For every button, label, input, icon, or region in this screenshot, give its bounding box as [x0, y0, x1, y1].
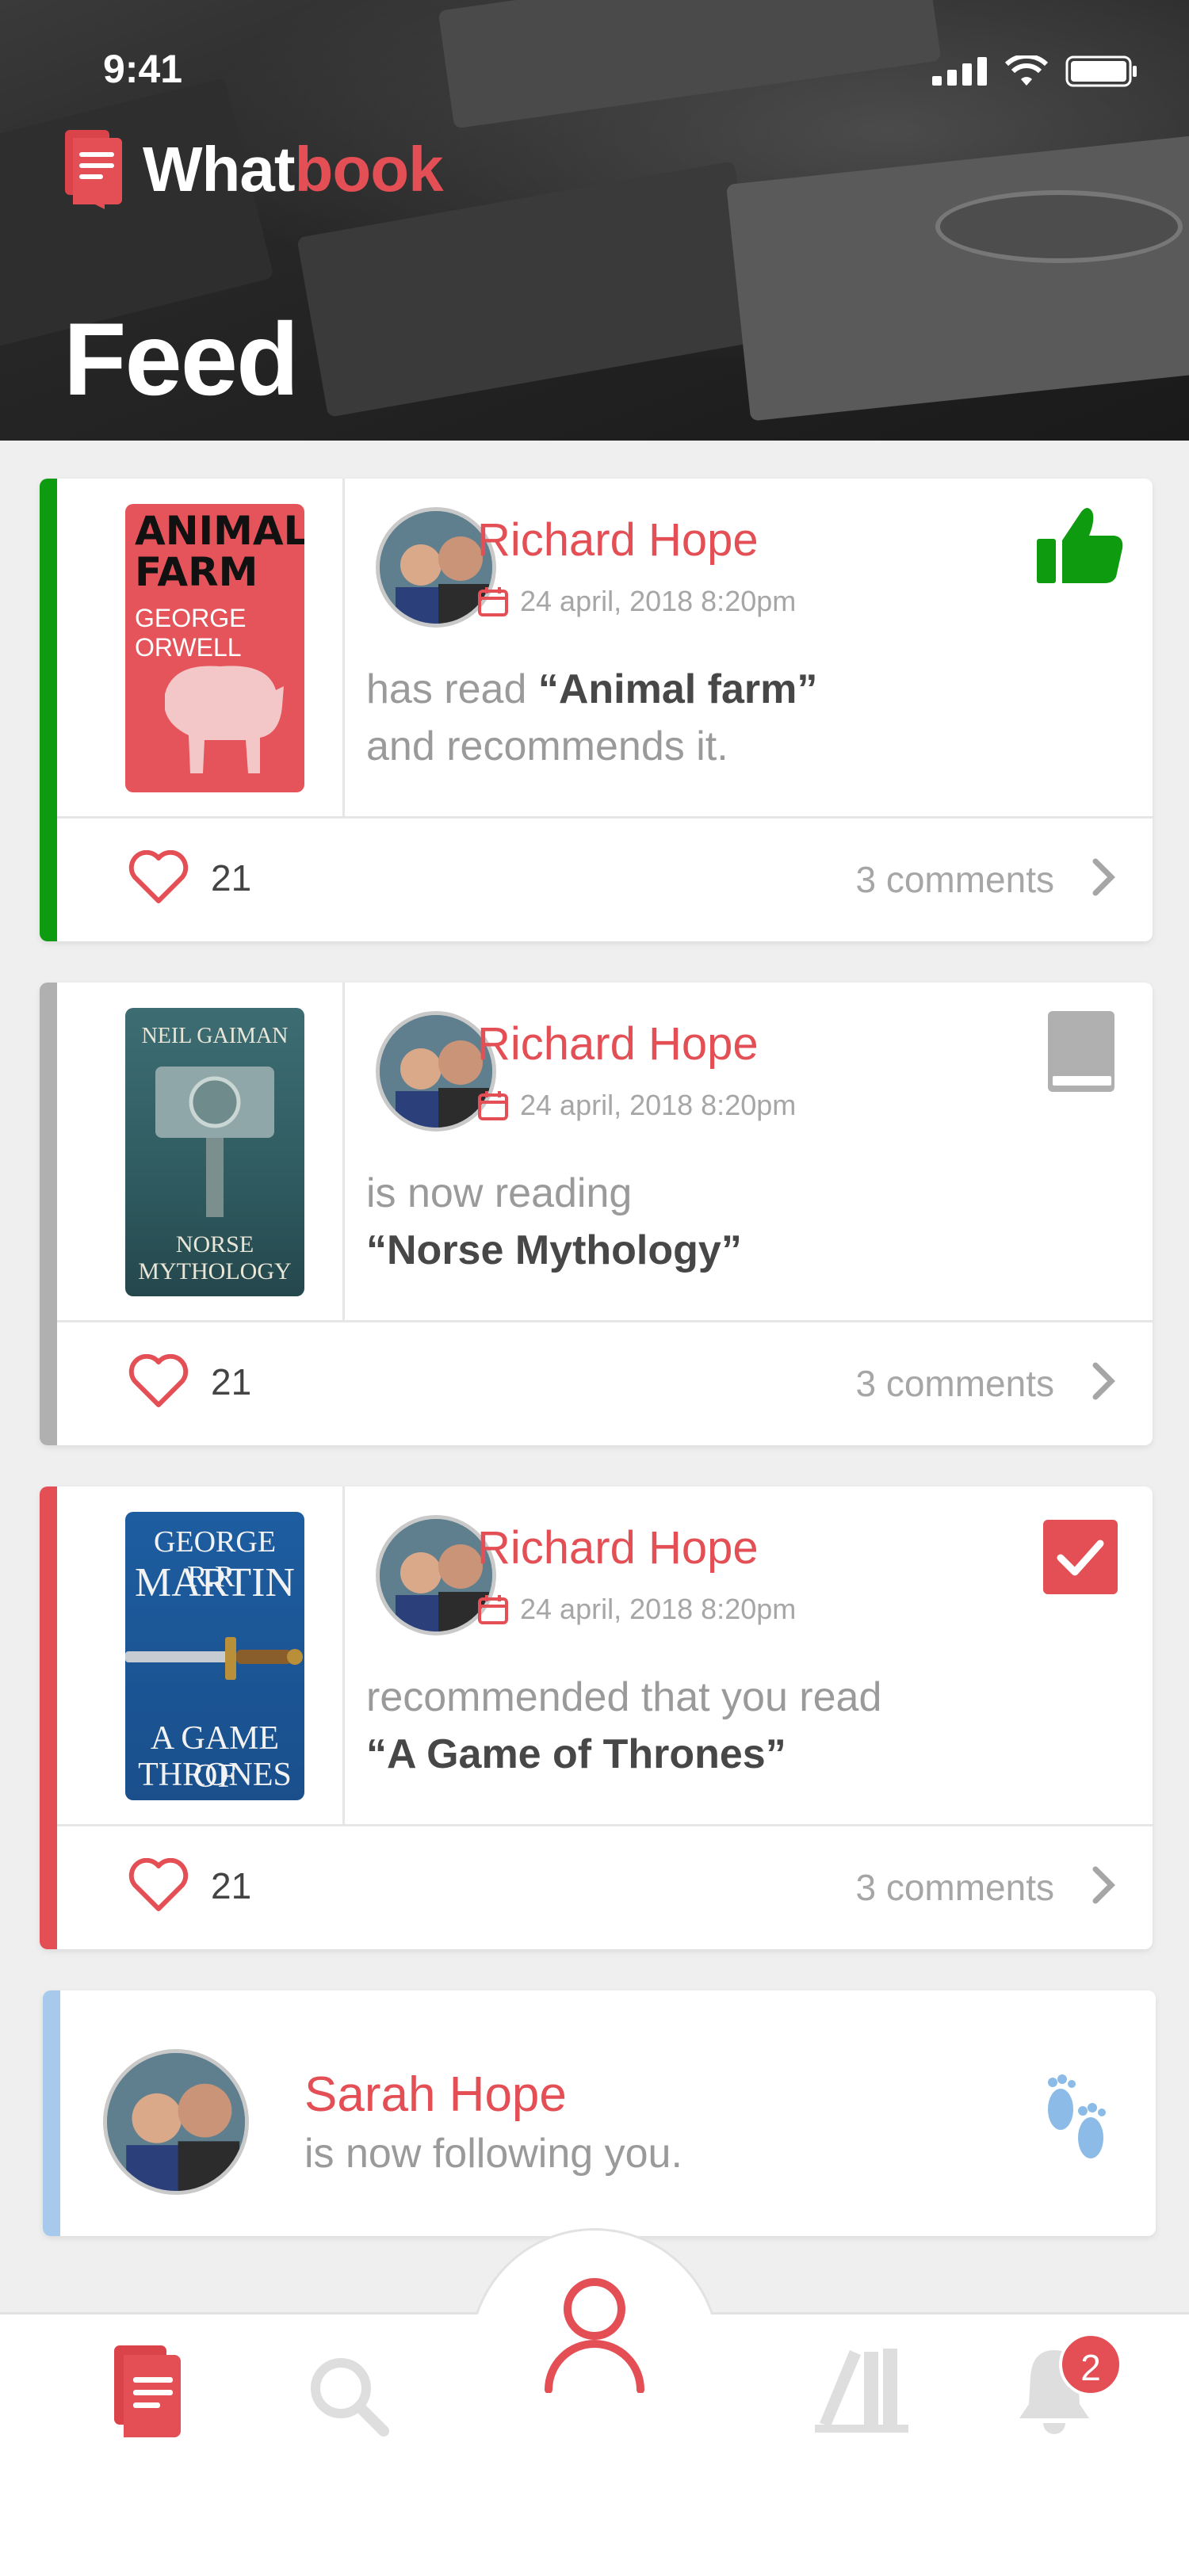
comments-link[interactable]: 3 comments: [855, 858, 1054, 901]
cover-column: ANIMAL FARM GEORGE ORWELL: [57, 479, 345, 816]
calendar-icon: [478, 1091, 508, 1120]
activity-text: recommended that you read “A Game of Thr…: [366, 1674, 882, 1777]
calendar-icon: [478, 1595, 508, 1624]
background-book: [726, 133, 1189, 422]
like-count: 21: [211, 1865, 252, 1906]
date-text: 24 april, 2018 8:20pm: [520, 585, 797, 617]
date-text: 24 april, 2018 8:20pm: [520, 1089, 797, 1121]
book-title[interactable]: “Animal farm”: [538, 666, 818, 712]
follow-text: is now following you.: [304, 2131, 682, 2177]
cover-title: MYTHOLOGY: [138, 1258, 292, 1284]
chevron-right-icon[interactable]: [1089, 1362, 1118, 1400]
like-count: 21: [211, 1361, 252, 1402]
book-cover[interactable]: ANIMAL FARM GEORGE ORWELL: [125, 504, 304, 792]
book-cover[interactable]: NEIL GAIMAN NORSE MYTHOLOGY: [125, 1008, 304, 1296]
post-date: 24 april, 2018 8:20pm: [477, 1089, 796, 1122]
avatar-photo: [107, 2053, 245, 2191]
status-icons: [932, 55, 1138, 87]
notification-badge: 2: [1059, 2333, 1122, 2396]
footprints-icon: [1048, 2074, 1106, 2158]
background-book: [438, 0, 942, 129]
feed-card[interactable]: ANIMAL FARM GEORGE ORWELL Richard Hope 2…: [40, 479, 1153, 941]
app-logo: Whatbook: [63, 130, 444, 209]
activity-text: is now reading “Norse Mythology”: [366, 1170, 742, 1273]
comments-link[interactable]: 3 comments: [855, 1866, 1054, 1909]
sword-illustration: [125, 1637, 303, 1680]
cover-title: ANIMAL: [135, 508, 304, 554]
username[interactable]: Richard Hope: [477, 1017, 759, 1070]
background-tape: [935, 190, 1183, 263]
book-cover[interactable]: GEORGE R.R. MARTIN A GAME OF THRONES: [125, 1512, 304, 1800]
header: 9:41 Whatbook Feed: [0, 0, 1189, 441]
like-count: 21: [211, 857, 252, 899]
card-footer: 21 3 comments: [57, 1824, 1153, 1949]
search-tab-icon[interactable]: [308, 2355, 390, 2437]
library-tab-icon[interactable]: [815, 2347, 908, 2433]
comments-link[interactable]: 3 comments: [855, 1362, 1054, 1405]
username[interactable]: Richard Hope: [477, 513, 759, 567]
book-icon: [1048, 1011, 1114, 1092]
card-accent: [40, 983, 57, 1445]
cover-title: NORSE: [175, 1231, 254, 1257]
card-footer: 21 3 comments: [57, 1320, 1153, 1445]
cover-column: GEORGE R.R. MARTIN A GAME OF THRONES: [57, 1486, 345, 1824]
username[interactable]: Sarah Hope: [304, 2067, 567, 2123]
follow-card[interactable]: Sarah Hope is now following you.: [43, 1990, 1156, 2236]
hammer-illustration: [155, 1067, 274, 1217]
card-accent: [43, 1990, 60, 2236]
feed-card[interactable]: NEIL GAIMAN NORSE MYTHOLOGY Richard Hope: [40, 983, 1153, 1445]
cover-author: MARTIN: [135, 1560, 295, 1605]
cover-author: NEIL GAIMAN: [141, 1024, 289, 1048]
feed-card[interactable]: GEORGE R.R. MARTIN A GAME OF THRONES Ric…: [40, 1486, 1153, 1949]
activity-text: has read “Animal farm” and recommends it…: [366, 666, 818, 769]
username[interactable]: Richard Hope: [477, 1521, 759, 1574]
heart-icon[interactable]: [128, 1354, 189, 1408]
feed-tab-icon[interactable]: [114, 2345, 181, 2441]
card-footer: 21 3 comments: [57, 816, 1153, 941]
calendar-icon: [478, 587, 508, 616]
wifi-icon: [1005, 55, 1048, 86]
thumbs-up-icon: [1037, 508, 1123, 583]
date-text: 24 april, 2018 8:20pm: [520, 1593, 797, 1625]
heart-icon[interactable]: [128, 1858, 189, 1912]
page-title: Feed: [63, 301, 299, 417]
avatar[interactable]: [103, 2049, 249, 2195]
card-accent: [40, 479, 57, 941]
chevron-right-icon[interactable]: [1089, 858, 1118, 896]
status-time: 9:41: [103, 47, 183, 91]
book-title[interactable]: “A Game of Thrones”: [366, 1731, 786, 1777]
heart-icon[interactable]: [128, 850, 189, 904]
signal-icon: [932, 57, 987, 86]
pig-illustration: [165, 666, 284, 773]
app-name: Whatbook: [143, 134, 444, 204]
checkbox-icon[interactable]: [1043, 1520, 1118, 1594]
profile-tab-icon[interactable]: [542, 2274, 647, 2393]
cover-column: NEIL GAIMAN NORSE MYTHOLOGY: [57, 983, 345, 1320]
post-date: 24 april, 2018 8:20pm: [477, 1593, 796, 1626]
book-logo-icon: [65, 130, 122, 209]
book-title[interactable]: “Norse Mythology”: [366, 1227, 742, 1273]
card-accent: [40, 1486, 57, 1949]
cover-title: THRONES: [138, 1757, 292, 1793]
post-date: 24 april, 2018 8:20pm: [477, 585, 796, 618]
cover-title: FARM: [135, 549, 258, 595]
chevron-right-icon[interactable]: [1089, 1866, 1118, 1904]
battery-icon: [1065, 55, 1137, 87]
